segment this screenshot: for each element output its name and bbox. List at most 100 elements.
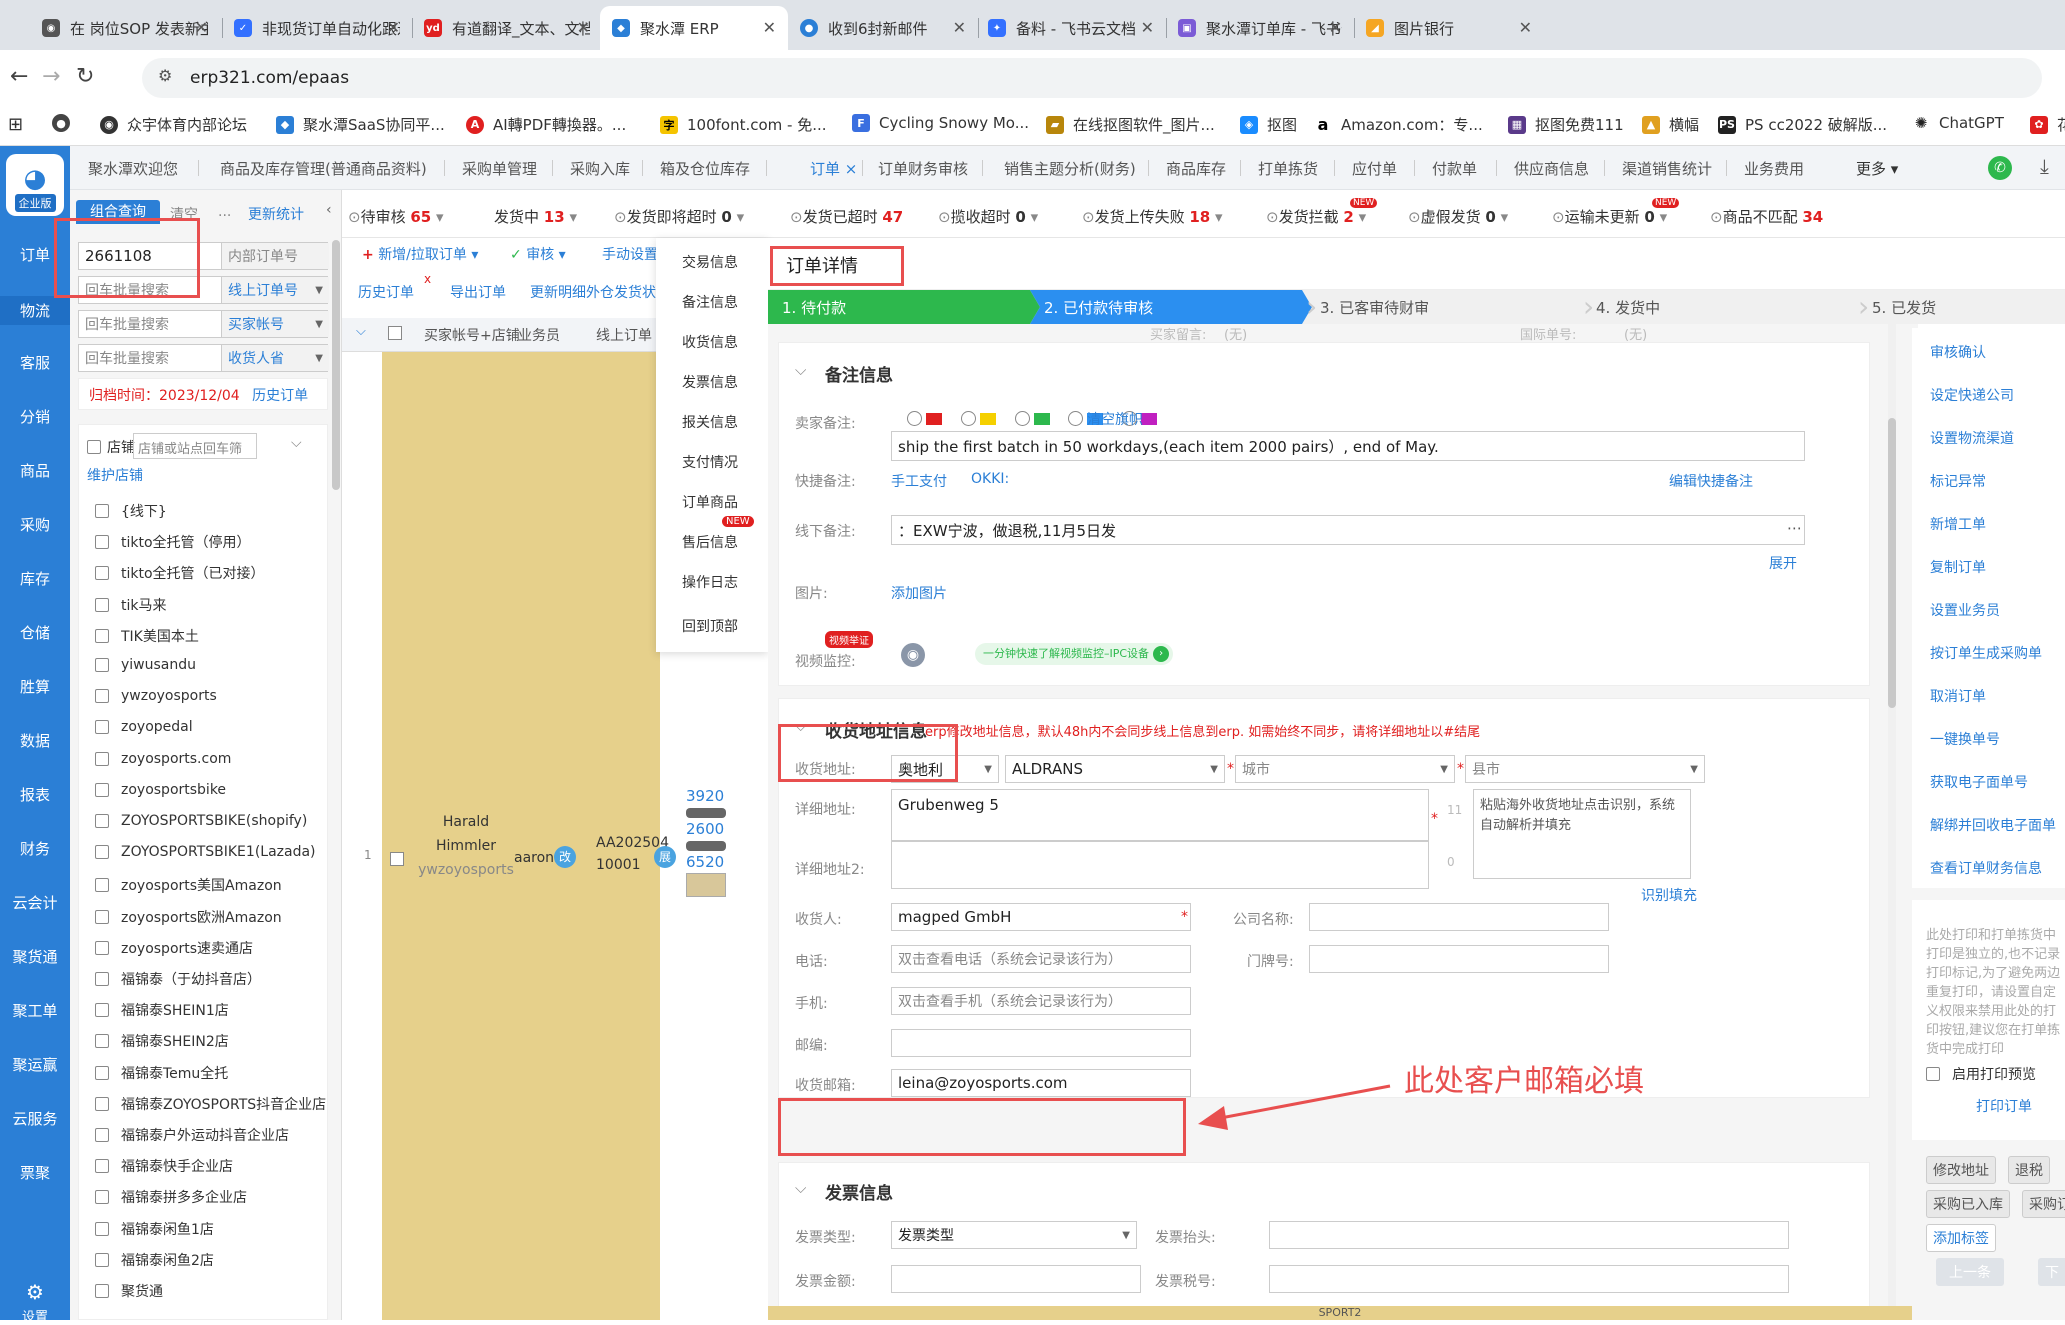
product-image[interactable] xyxy=(686,873,726,897)
tax-refund-button[interactable]: 退税 xyxy=(2008,1156,2050,1184)
menu-payables[interactable]: 应付单 xyxy=(1352,158,1397,179)
download-icon[interactable]: ⤓ xyxy=(2040,154,2049,178)
more-dots[interactable]: ... xyxy=(218,204,231,220)
anchor-payment-info[interactable]: 支付情况 xyxy=(682,452,738,472)
export-orders-button[interactable]: 导出订单 xyxy=(450,282,506,302)
action-view-finance[interactable]: 查看订单财务信息 xyxy=(1930,858,2042,878)
city-select[interactable]: 城市 ▼ xyxy=(1235,755,1455,783)
close-icon[interactable]: ✕ xyxy=(763,18,776,37)
status-shipping[interactable]: 发货中 13 ▾ xyxy=(494,206,577,227)
shop-checkbox-item[interactable]: zoyosports美国Amazon xyxy=(95,875,282,895)
batch-search-input[interactable]: 回车批量搜索 收货人省 ▼ xyxy=(78,344,329,372)
expand-all-icon[interactable]: ⌵ xyxy=(356,324,366,339)
shop-checkbox-item[interactable]: ZOYOSPORTSBIKE1(Lazada) xyxy=(95,844,316,860)
reload-icon[interactable]: ↻ xyxy=(76,64,94,89)
shop-checkbox-item[interactable]: 福锦泰Temu全托 xyxy=(95,1063,228,1083)
menu-more[interactable]: 更多 ▾ xyxy=(1856,158,1898,179)
scrollbar[interactable] xyxy=(332,240,340,490)
shop-checkbox-item[interactable]: yiwusandu xyxy=(95,657,196,673)
sidebar-item-piaoju[interactable]: 票聚 xyxy=(0,1162,70,1183)
shop-checkbox-item[interactable]: 福锦泰闲鱼1店 xyxy=(95,1219,214,1239)
prev-order-button[interactable]: 上一条 xyxy=(1936,1258,2004,1286)
anchor-operation-log[interactable]: 操作日志 xyxy=(682,572,738,592)
anchor-invoice-info[interactable]: 发票信息 xyxy=(682,372,738,392)
history-orders-link[interactable]: 历史订单 xyxy=(252,388,308,404)
site-settings-icon[interactable]: ⚙ xyxy=(158,66,172,85)
door-number-input[interactable] xyxy=(1309,945,1609,973)
invoice-amount-input[interactable] xyxy=(891,1265,1141,1293)
chevron-down-icon[interactable]: ⌵ xyxy=(795,1179,806,1197)
audit-button[interactable]: ✓ 审核 ▾ xyxy=(510,244,566,264)
select-all-checkbox[interactable] xyxy=(388,326,402,340)
shop-checkbox-item[interactable]: 福锦泰（于幼抖音店） xyxy=(95,969,261,989)
bookmark[interactable]: a Amazon.com：专... xyxy=(1314,114,1483,135)
menu-sales-analysis[interactable]: 销售主题分析(财务) xyxy=(1004,158,1136,179)
wechat-icon[interactable]: ✆ xyxy=(1988,156,2012,180)
menu-goods-stock[interactable]: 商品库存 xyxy=(1166,158,1226,179)
history-orders-button[interactable]: 历史订单 xyxy=(358,282,414,302)
invoice-title-input[interactable] xyxy=(1269,1221,1789,1249)
action-set-express[interactable]: 设定快递公司 xyxy=(1930,385,2014,405)
browser-tab[interactable]: ✓ 非现货订单自动化跟进 ✕ xyxy=(222,6,412,50)
bookmark[interactable]: 字 100font.com - 免... xyxy=(660,114,827,135)
purchase-received-button[interactable]: 采购已入库 xyxy=(1926,1190,2010,1218)
bookmark[interactable]: F Cycling Snowy Mo... xyxy=(852,114,1029,132)
close-icon[interactable]: ✕ xyxy=(1141,18,1154,37)
recognize-fill-link[interactable]: 识别填充 xyxy=(1641,885,1697,905)
address-paste-input[interactable]: 粘贴海外收货地址点击识别，系统自动解析并填充 xyxy=(1473,789,1691,879)
sidebar-item-goods[interactable]: 商品 xyxy=(0,460,70,481)
status-pickup-timeout[interactable]: ⊙揽收超时 0 ▾ xyxy=(938,206,1038,227)
menu-pick-print[interactable]: 打单拣货 xyxy=(1258,158,1318,179)
sidebar-item-logistics[interactable]: 物流 xyxy=(0,296,70,325)
shop-checkbox-item[interactable]: zoyosports.com xyxy=(95,751,231,767)
manual-set-button[interactable]: 手动设置 xyxy=(602,244,658,264)
shop-checkbox-item[interactable]: zoyosports速卖通店 xyxy=(95,938,253,958)
field-select[interactable]: 线上订单号 ▼ xyxy=(221,277,329,303)
url-input[interactable]: ⚙ erp321.com/epaas xyxy=(142,58,2042,98)
action-generate-po[interactable]: 按订单生成采购单 xyxy=(1930,643,2042,663)
offline-note-input[interactable]: ：EXW宁波，做退税,11月5日发 xyxy=(891,515,1805,545)
sidebar-item-warehouse[interactable]: 仓储 xyxy=(0,622,70,643)
chevron-down-icon[interactable]: ⌵ xyxy=(291,435,302,451)
bookmark[interactable]: ✿ 花 xyxy=(2030,114,2065,135)
batch-search-input[interactable]: 回车批量搜索 买家帐号 ▼ xyxy=(78,310,329,338)
receiver-input[interactable]: magped GmbH xyxy=(891,903,1191,931)
product-image[interactable] xyxy=(686,841,726,851)
edit-salesman-button[interactable]: 改 xyxy=(554,846,576,868)
menu-goods-inventory[interactable]: 商品及库存管理(普通商品资料) xyxy=(220,158,427,179)
collapse-icon[interactable]: ‹ xyxy=(326,202,332,218)
clear-flags-link[interactable]: 清空旗帜 xyxy=(1087,409,1143,429)
detail-address2-input[interactable] xyxy=(891,841,1429,889)
action-get-waybill[interactable]: 获取电子面单号 xyxy=(1930,772,2028,792)
shop-checkbox-item[interactable]: TIK美国本土 xyxy=(95,626,199,646)
sidebar-item-inventory[interactable]: 库存 xyxy=(0,568,70,589)
browser-tab[interactable]: ✦ 备料 - 飞书云文档 ✕ xyxy=(976,6,1166,50)
shop-checkbox-item[interactable]: {线下} xyxy=(95,501,167,521)
sidebar-item-juhuotong[interactable]: 聚货通 xyxy=(0,946,70,967)
sidebar-item-juyunying[interactable]: 聚运赢 xyxy=(0,1054,70,1075)
edit-address-button[interactable]: 修改地址 xyxy=(1926,1156,1996,1184)
status-intercept[interactable]: ⊙发货拦截 2 ▾ xyxy=(1266,206,1366,227)
action-set-salesman[interactable]: 设置业务员 xyxy=(1930,600,2000,620)
expand-link[interactable]: 展开 xyxy=(1769,553,1797,573)
status-upload-failed[interactable]: ⊙发货上传失败 18 ▾ xyxy=(1082,206,1223,227)
chevron-down-icon[interactable]: ⌵ xyxy=(795,361,806,379)
new-order-button[interactable]: + 新增/拉取订单 ▾ xyxy=(362,244,478,264)
camera-icon[interactable]: ◉ xyxy=(901,643,925,667)
shop-checkbox-item[interactable]: tikto全托管（已对接） xyxy=(95,563,265,583)
field-select[interactable]: 收货人省 ▼ xyxy=(221,345,329,371)
company-input[interactable] xyxy=(1309,903,1609,931)
col-buyer[interactable]: 买家帐号+店铺 xyxy=(424,325,520,345)
anchor-customs-info[interactable]: 报关信息 xyxy=(682,412,738,432)
purchase-order-button[interactable]: 采购订 xyxy=(2022,1190,2065,1218)
bookmark[interactable]: ▦ 抠图免费111 xyxy=(1508,114,1624,135)
anchor-order-goods[interactable]: 订单商品 xyxy=(682,492,738,512)
anchor-address-info[interactable]: 收货信息 xyxy=(682,332,738,352)
shop-checkbox-item[interactable]: zoyopedal xyxy=(95,719,193,735)
action-copy-order[interactable]: 复制订单 xyxy=(1930,557,1986,577)
sidebar-item-cloud-service[interactable]: 云服务 xyxy=(0,1108,70,1129)
shop-checkbox-item[interactable]: 福锦泰拼多多企业店 xyxy=(95,1187,247,1207)
menu-supplier-info[interactable]: 供应商信息 xyxy=(1514,158,1589,179)
close-icon[interactable]: ✕ xyxy=(1519,18,1532,37)
province-select[interactable]: ALDRANS ▼ xyxy=(1005,755,1225,783)
